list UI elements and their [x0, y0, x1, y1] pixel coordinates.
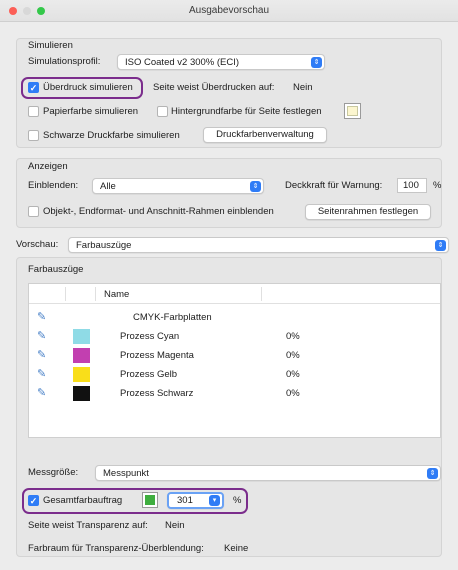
- black-swatch: [73, 386, 90, 401]
- row-name: Prozess Gelb: [120, 369, 178, 380]
- messgroesse-select[interactable]: Messpunkt ⇕: [95, 465, 441, 481]
- chevron-down-icon[interactable]: ▾: [209, 495, 220, 506]
- gesamtfarbauftrag-checkbox[interactable]: ✓: [28, 495, 39, 506]
- row-name: Prozess Schwarz: [120, 388, 194, 399]
- einblenden-select[interactable]: Alle ⇕: [92, 178, 264, 194]
- chevron-updown-icon: ⇕: [311, 57, 322, 68]
- hintergrund-color-swatch: [347, 106, 358, 116]
- table-row[interactable]: ✎ CMYK-Farbplatten: [29, 308, 440, 327]
- deckkraft-unit: %: [433, 180, 442, 191]
- transparenz-value: Nein: [165, 520, 185, 531]
- gesamtfarbauftrag-color-well[interactable]: [142, 492, 158, 508]
- gesamtfarbauftrag-label: Gesamtfarbauftrag: [43, 495, 123, 506]
- papierfarbe-label: Papierfarbe simulieren: [43, 106, 139, 117]
- table-header: Name: [29, 284, 440, 304]
- table-row[interactable]: ✎ Prozess Magenta 0%: [29, 346, 440, 365]
- druckfarbenverwaltung-button[interactable]: Druckfarbenverwaltung: [203, 127, 327, 143]
- magenta-swatch: [73, 348, 90, 363]
- seite-ueberdruck-label: Seite weist Überdrucken auf:: [153, 82, 275, 93]
- pencil-visibility-icon[interactable]: ✎: [37, 386, 46, 399]
- einblenden-value: Alle: [100, 181, 116, 192]
- table-row[interactable]: ✎ Prozess Gelb 0%: [29, 365, 440, 384]
- transparenz-label: Seite weist Transparenz auf:: [28, 520, 148, 531]
- row-name: Prozess Cyan: [120, 331, 180, 342]
- hintergrund-color-well[interactable]: [344, 103, 361, 119]
- chevron-updown-icon: ⇕: [435, 240, 446, 251]
- row-value: 0%: [286, 350, 300, 361]
- simulationsprofil-value: ISO Coated v2 300% (ECI): [125, 57, 240, 68]
- column-name-header[interactable]: Name: [104, 289, 129, 300]
- row-name: Prozess Magenta: [120, 350, 194, 361]
- simulationsprofil-select[interactable]: ISO Coated v2 300% (ECI) ⇕: [117, 54, 325, 70]
- pencil-visibility-icon[interactable]: ✎: [37, 329, 46, 342]
- ueberdruck-checkbox[interactable]: ✓: [28, 82, 39, 93]
- cyan-swatch: [73, 329, 90, 344]
- farbauszuege-heading: Farbauszüge: [28, 264, 84, 275]
- row-name: CMYK-Farbplatten: [133, 312, 212, 323]
- einblenden-label: Einblenden:: [28, 180, 79, 191]
- pencil-visibility-icon[interactable]: ✎: [37, 348, 46, 361]
- chevron-updown-icon: ⇕: [427, 468, 438, 479]
- farbauszuege-table: Name ✎ CMYK-Farbplatten ✎ Prozess Cyan 0…: [28, 283, 441, 438]
- simulationsprofil-label: Simulationsprofil:: [28, 56, 101, 67]
- deckkraft-label: Deckkraft für Warnung:: [285, 180, 383, 191]
- yellow-swatch: [73, 367, 90, 382]
- chevron-updown-icon: ⇕: [250, 181, 261, 192]
- deckkraft-input[interactable]: 100: [397, 178, 427, 193]
- ueberdruck-label: Überdruck simulieren: [43, 82, 133, 93]
- simulieren-heading: Simulieren: [28, 40, 73, 51]
- papierfarbe-checkbox[interactable]: [28, 106, 39, 117]
- vorschau-label: Vorschau:: [16, 239, 59, 250]
- hintergrund-label: Hintergrundfarbe für Seite festlegen: [171, 106, 322, 117]
- seitenrahmen-button[interactable]: Seitenrahmen festlegen: [305, 204, 431, 220]
- row-value: 0%: [286, 369, 300, 380]
- hintergrund-checkbox[interactable]: [157, 106, 168, 117]
- vorschau-value: Farbauszüge: [76, 240, 132, 251]
- seite-ueberdruck-value: Nein: [293, 82, 313, 93]
- messgroesse-value: Messpunkt: [103, 468, 149, 479]
- pencil-visibility-icon[interactable]: ✎: [37, 367, 46, 380]
- schwarz-label: Schwarze Druckfarbe simulieren: [43, 130, 180, 141]
- title-bar: Ausgabevorschau: [0, 0, 458, 22]
- pencil-visibility-icon[interactable]: ✎: [37, 310, 46, 323]
- table-row[interactable]: ✎ Prozess Schwarz 0%: [29, 384, 440, 403]
- farbraum-label: Farbraum für Transparenz-Überblendung:: [28, 543, 204, 554]
- gesamtfarbauftrag-combobox[interactable]: 301 ▾: [167, 492, 224, 509]
- gesamtfarbauftrag-swatch: [145, 495, 155, 505]
- table-row[interactable]: ✎ Prozess Cyan 0%: [29, 327, 440, 346]
- rahmen-checkbox[interactable]: [28, 206, 39, 217]
- messgroesse-label: Messgröße:: [28, 467, 79, 478]
- schwarz-checkbox[interactable]: [28, 130, 39, 141]
- anzeigen-heading: Anzeigen: [28, 161, 68, 172]
- gesamtfarbauftrag-unit: %: [233, 495, 242, 506]
- farbraum-value: Keine: [224, 543, 249, 554]
- gesamtfarbauftrag-value[interactable]: 301: [177, 495, 193, 506]
- vorschau-select[interactable]: Farbauszüge ⇕: [68, 237, 449, 253]
- row-value: 0%: [286, 388, 300, 399]
- row-value: 0%: [286, 331, 300, 342]
- rahmen-label: Objekt-, Endformat- und Anschnitt-Rahmen…: [43, 206, 274, 217]
- window-title: Ausgabevorschau: [188, 5, 270, 16]
